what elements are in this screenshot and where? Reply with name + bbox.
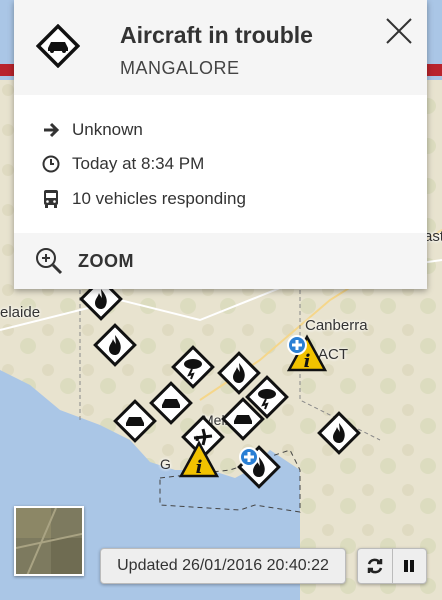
info-plus-icon[interactable] (286, 334, 308, 356)
last-updated-status: Updated 26/01/2016 20:40:22 (100, 548, 346, 584)
refresh-icon (367, 558, 383, 574)
popup-header: Aircraft in trouble MANGALORE (14, 0, 427, 95)
incident-location: MANGALORE (120, 58, 240, 78)
car-marker[interactable] (220, 396, 266, 442)
time-text: Today at 8:34 PM (72, 154, 205, 173)
refresh-button[interactable] (358, 549, 392, 583)
bus-icon (40, 188, 62, 210)
warning-info-marker[interactable]: i (178, 440, 220, 480)
pause-icon (404, 560, 415, 572)
direction-text: Unknown (72, 120, 143, 139)
zoom-in-icon (36, 248, 63, 275)
time-row: Today at 8:34 PM (40, 152, 204, 176)
car-warning-icon (36, 24, 80, 68)
clock-icon (40, 153, 62, 175)
direction-row: Unknown (40, 118, 143, 142)
satellite-preview (16, 508, 82, 574)
fire-marker[interactable] (316, 410, 362, 456)
map-controls (357, 548, 427, 584)
incident-popup: Aircraft in trouble MANGALORE Unknown To… (14, 0, 427, 289)
zoom-button[interactable]: ZOOM (14, 233, 427, 289)
vehicles-row: 10 vehicles responding (40, 187, 246, 211)
close-icon[interactable] (384, 16, 414, 46)
pause-button[interactable] (391, 549, 426, 583)
incident-title: Aircraft in trouble (120, 22, 313, 48)
info-plus-icon[interactable] (238, 446, 260, 468)
zoom-label: ZOOM (78, 250, 134, 271)
map-label-canberra: Canberra (305, 317, 368, 334)
fire-marker[interactable] (92, 322, 138, 368)
vehicles-text: 10 vehicles responding (72, 189, 246, 208)
car-marker[interactable] (112, 398, 158, 444)
map-type-thumbnail[interactable] (14, 506, 84, 576)
arrow-right-icon (40, 119, 62, 141)
svg-text:i: i (196, 457, 203, 478)
map-label-adelaide: elaide (0, 304, 41, 321)
map-label-g: G (160, 456, 171, 472)
